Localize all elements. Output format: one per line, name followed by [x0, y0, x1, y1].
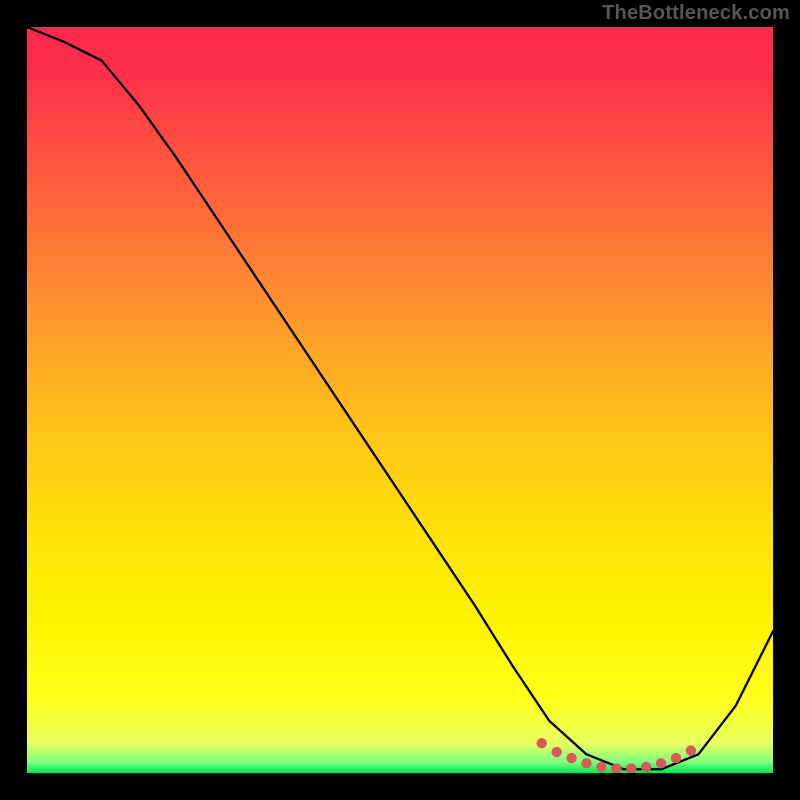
- highlight-dot: [537, 738, 547, 748]
- highlight-dot: [566, 753, 576, 763]
- gradient-background: [27, 27, 773, 773]
- bottleneck-curve-chart: [27, 27, 773, 773]
- highlight-dot: [596, 762, 606, 772]
- highlight-dot: [551, 747, 561, 757]
- highlight-dot: [686, 745, 696, 755]
- highlight-dot: [671, 753, 681, 763]
- highlight-dot: [656, 758, 666, 768]
- highlight-dot: [641, 762, 651, 772]
- attribution-text: TheBottleneck.com: [602, 2, 790, 25]
- highlight-dot: [581, 758, 591, 768]
- chart-frame: TheBottleneck.com: [0, 0, 800, 800]
